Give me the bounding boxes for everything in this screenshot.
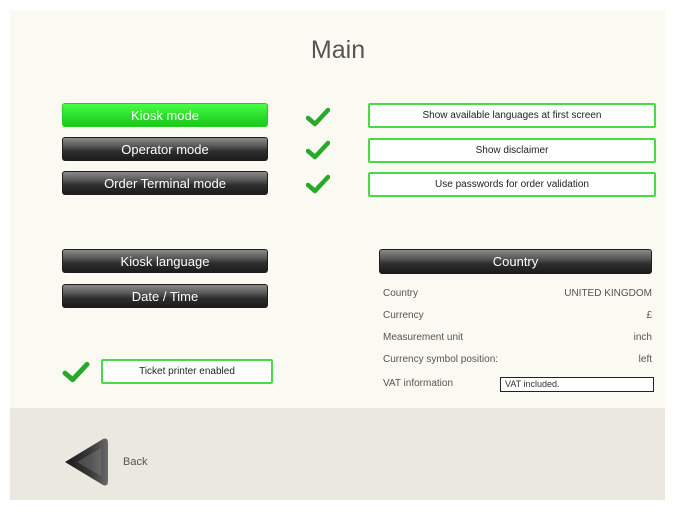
back-arrow-icon[interactable]	[63, 437, 109, 487]
date-time-button[interactable]: Date / Time	[62, 284, 268, 308]
currency-value: £	[646, 310, 652, 321]
country-button[interactable]: Country	[379, 249, 652, 274]
operator-mode-button[interactable]: Operator mode	[62, 137, 268, 161]
ticket-printer-option[interactable]: Ticket printer enabled	[101, 359, 273, 384]
currency-position-value: left	[638, 354, 652, 365]
checkmark-icon	[306, 140, 330, 160]
order-terminal-mode-button[interactable]: Order Terminal mode	[62, 171, 268, 195]
show-disclaimer-option[interactable]: Show disclaimer	[368, 138, 656, 163]
kiosk-language-button[interactable]: Kiosk language	[62, 249, 268, 273]
show-languages-option[interactable]: Show available languages at first screen	[368, 103, 656, 128]
checkmark-icon	[62, 361, 90, 383]
checkmark-icon	[306, 174, 330, 194]
measurement-unit-label: Measurement unit	[383, 332, 464, 343]
currency-position-label: Currency symbol position:	[383, 354, 499, 365]
country-value: UNITED KINGDOM	[564, 288, 652, 299]
use-passwords-option[interactable]: Use passwords for order validation	[368, 172, 656, 197]
measurement-unit-value: inch	[633, 332, 652, 343]
page-title: Main	[310, 36, 366, 64]
currency-label: Currency	[383, 310, 424, 321]
country-label: Country	[383, 288, 419, 299]
vat-information-field[interactable]: VAT included.	[500, 377, 654, 392]
kiosk-mode-button[interactable]: Kiosk mode	[62, 103, 268, 127]
checkmark-icon	[306, 107, 330, 127]
back-button-label[interactable]: Back	[123, 456, 147, 468]
vat-information-label: VAT information	[383, 378, 454, 389]
